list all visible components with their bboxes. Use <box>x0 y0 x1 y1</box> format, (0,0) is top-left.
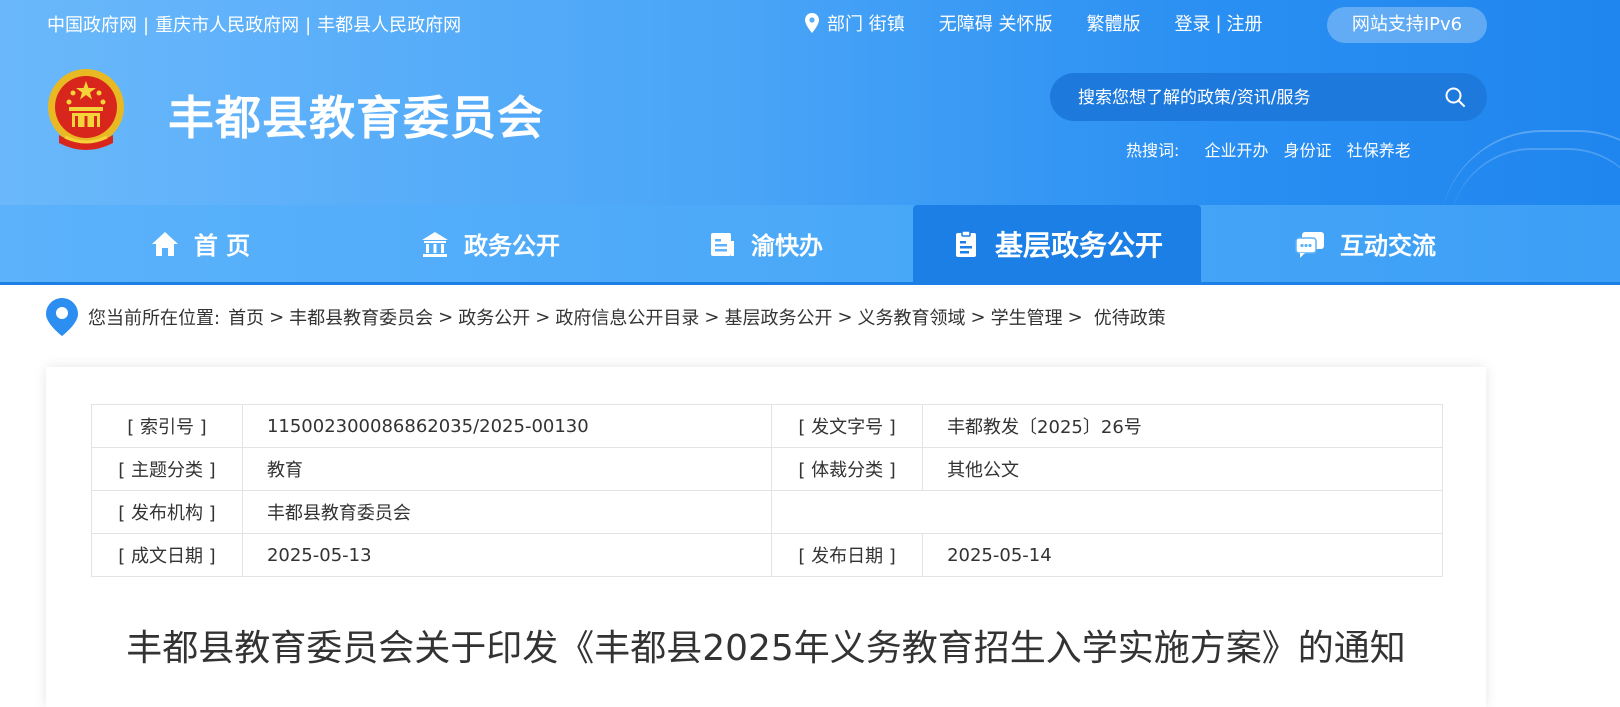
hot-word[interactable]: 社保养老 <box>1347 141 1411 160</box>
dept-street-label: 部门 街镇 <box>827 14 905 35</box>
search-box <box>1050 73 1487 123</box>
link-fengdu-gov[interactable]: 丰都县人民政府网 <box>317 15 461 36</box>
top-links: 中国政府网 | 重庆市人民政府网 | 丰都县人民政府网 <box>47 11 461 37</box>
table-row: [ 成文日期 ] 2025-05-13 [ 发布日期 ] 2025-05-14 <box>91 533 1443 577</box>
breadcrumb-link[interactable]: 政务公开 <box>458 304 530 330</box>
separator: | <box>305 15 312 36</box>
login-link[interactable]: 登录 <box>1174 10 1210 36</box>
index-label: [ 索引号 ] <box>91 404 243 448</box>
hot-word[interactable]: 身份证 <box>1284 141 1332 160</box>
location-pin-icon <box>805 13 819 33</box>
breadcrumb-label: 您当前所在位置: <box>88 308 221 329</box>
nav-grassroots-affairs-label: 基层政务公开 <box>994 228 1163 262</box>
site-header: 中国政府网 | 重庆市人民政府网 | 丰都县人民政府网 部门 街镇 无障碍 关怀版 繁體… <box>0 0 1620 205</box>
document-icon <box>955 229 976 257</box>
nav-home-label: 首 页 <box>193 232 251 260</box>
breadcrumb-link[interactable]: 丰都县教育委员会 <box>289 304 433 330</box>
publisher-value: 丰都县教育委员会 <box>241 490 773 534</box>
genre-value: 其他公文 <box>922 447 1443 491</box>
doc-number-value: 丰都教发〔2025〕26号 <box>922 404 1443 448</box>
breadcrumb-link[interactable]: 政府信息公开目录 <box>555 304 699 330</box>
link-china-gov[interactable]: 中国政府网 <box>47 15 137 36</box>
home-icon <box>151 231 178 256</box>
article-card: [ 索引号 ] 115002300086862035/2025-00130 [ … <box>46 367 1486 707</box>
breadcrumb-link[interactable]: 基层政务公开 <box>724 304 832 330</box>
doc-number-label: [ 发文字号 ] <box>771 404 924 448</box>
separator: | <box>143 15 150 36</box>
nav-government-affairs[interactable]: 政务公开 <box>380 205 600 282</box>
genre-label: [ 体裁分类 ] <box>771 447 924 491</box>
nav-yukuaiban[interactable]: 渝快办 <box>660 205 870 282</box>
nav-home[interactable]: 首 页 <box>100 205 300 282</box>
breadcrumb-separator: > <box>1067 306 1083 328</box>
site-title: 丰都县教育委员会 <box>168 91 544 145</box>
nav-government-affairs-label: 政务公开 <box>464 232 560 260</box>
nav-interaction[interactable]: 互动交流 <box>1255 205 1475 282</box>
nav-yukuaiban-label: 渝快办 <box>751 232 823 260</box>
link-chongqing-gov[interactable]: 重庆市人民政府网 <box>155 15 299 36</box>
chat-icon <box>1295 231 1324 258</box>
breadcrumb-link[interactable]: 义务教育领域 <box>858 304 966 330</box>
document-title: 丰都县教育委员会关于印发《丰都县2025年义务教育招生入学实施方案》的通知 <box>126 628 1406 669</box>
created-date-value: 2025-05-13 <box>241 533 773 577</box>
breadcrumb-separator: > <box>837 306 853 328</box>
document-metadata-table: [ 索引号 ] 115002300086862035/2025-00130 [ … <box>91 404 1443 577</box>
breadcrumb: 您当前所在位置: 首页 > 丰都县教育委员会 > 政务公开 > 政府信息公开目录 > 基… <box>46 297 1166 337</box>
breadcrumb-current[interactable]: 优待政策 <box>1094 304 1166 330</box>
table-row: [ 索引号 ] 115002300086862035/2025-00130 [ … <box>91 404 1443 448</box>
main-nav: 首 页 政务公开 渝快办 基层政务公开 互动交流 <box>0 205 1620 285</box>
separator: | <box>1215 12 1222 34</box>
published-date-value: 2025-05-14 <box>922 533 1443 577</box>
dept-street-link[interactable]: 部门 街镇 <box>805 10 905 36</box>
topic-value: 教育 <box>241 447 773 491</box>
search-icon[interactable] <box>1443 85 1467 109</box>
service-card-icon <box>711 232 734 256</box>
breadcrumb-separator: > <box>970 306 986 328</box>
traditional-chinese-link[interactable]: 繁體版 <box>1086 10 1140 36</box>
hot-word[interactable]: 企业开办 <box>1205 141 1269 160</box>
breadcrumb-separator: > <box>269 306 285 328</box>
register-link[interactable]: 注册 <box>1227 10 1263 36</box>
breadcrumb-link[interactable]: 首页 <box>228 304 264 330</box>
hot-search-label: 热搜词: <box>1126 141 1180 160</box>
breadcrumb-separator: > <box>535 306 551 328</box>
breadcrumb-link[interactable]: 学生管理 <box>991 304 1063 330</box>
topic-label: [ 主题分类 ] <box>91 447 243 491</box>
table-row: [ 主题分类 ] 教育 [ 体裁分类 ] 其他公文 <box>91 447 1443 491</box>
location-pin-icon <box>46 298 78 336</box>
table-row: [ 发布机构 ] 丰都县教育委员会 <box>91 490 1443 534</box>
published-date-label: [ 发布日期 ] <box>771 533 924 577</box>
nav-interaction-label: 互动交流 <box>1340 232 1436 260</box>
government-building-icon <box>422 231 448 257</box>
empty-cell <box>771 490 1443 534</box>
hot-search: 热搜词: 企业开办 身份证 社保养老 <box>1126 137 1411 161</box>
top-right-links: 部门 街镇 无障碍 关怀版 繁體版 登录 | 注册 <box>805 10 1263 36</box>
index-value: 115002300086862035/2025-00130 <box>241 404 773 448</box>
nav-grassroots-affairs[interactable]: 基层政务公开 <box>913 205 1201 282</box>
breadcrumb-separator: > <box>704 306 720 328</box>
accessibility-link[interactable]: 无障碍 关怀版 <box>939 10 1053 36</box>
search-input[interactable] <box>1076 73 1420 123</box>
created-date-label: [ 成文日期 ] <box>91 533 243 577</box>
national-emblem-icon <box>48 69 124 150</box>
ipv6-badge[interactable]: 网站支持IPv6 <box>1327 7 1487 43</box>
breadcrumb-separator: > <box>438 306 454 328</box>
publisher-label: [ 发布机构 ] <box>91 490 243 534</box>
